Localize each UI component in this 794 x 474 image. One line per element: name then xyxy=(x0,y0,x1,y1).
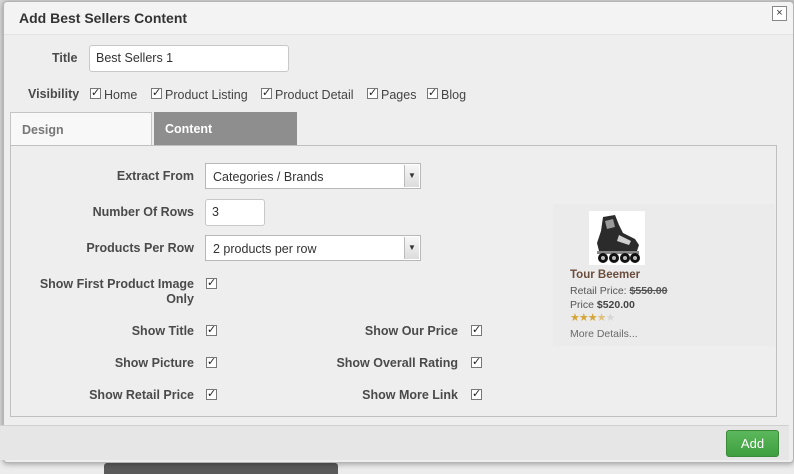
show-more-link-checkbox[interactable]: ✓ xyxy=(471,389,482,400)
visibility-product-listing-checkbox[interactable]: ✓ xyxy=(151,88,162,99)
extract-from-select[interactable]: Categories / Brands ▼ xyxy=(205,163,421,189)
extract-from-label: Extract From xyxy=(116,169,194,183)
add-button[interactable]: Add xyxy=(726,430,779,457)
our-price-value: $520.00 xyxy=(596,299,635,311)
per-row-select[interactable]: 2 products per row ▼ xyxy=(205,235,421,261)
star-icon: ★ xyxy=(570,312,580,324)
visibility-pages-checkbox[interactable]: ✓ xyxy=(367,88,378,99)
rows-label: Number Of Rows xyxy=(92,205,194,219)
our-price: Price $520.00 xyxy=(570,299,635,311)
tab-design[interactable]: Design xyxy=(10,112,152,146)
title-input[interactable]: Best Sellers 1 xyxy=(89,45,289,72)
rating-stars: ★★★★★ xyxy=(570,311,616,324)
show-more-link-label: Show More Link xyxy=(362,388,458,402)
more-details-link[interactable]: More Details... xyxy=(570,328,638,340)
close-icon[interactable]: × xyxy=(772,6,787,21)
visibility-label: Visibility xyxy=(28,87,80,101)
dialog-title: Add Best Sellers Content xyxy=(19,10,188,26)
our-price-label: Price xyxy=(570,299,594,311)
show-title-checkbox[interactable]: ✓ xyxy=(206,325,217,336)
visibility-product-listing-label: Product Listing xyxy=(165,88,248,102)
show-our-price-label: Show Our Price xyxy=(364,324,458,338)
show-retail-price-checkbox[interactable]: ✓ xyxy=(206,389,217,400)
star-empty-icon: ★ xyxy=(605,312,616,324)
title-label: Title xyxy=(52,51,78,65)
show-overall-rating-checkbox[interactable]: ✓ xyxy=(471,357,482,368)
product-image xyxy=(589,211,645,265)
chevron-down-icon: ▼ xyxy=(404,237,419,259)
show-picture-label: Show Picture xyxy=(114,356,194,370)
visibility-blog-label: Blog xyxy=(441,88,467,102)
extract-from-value: Categories / Brands xyxy=(213,170,324,184)
per-row-label: Products Per Row xyxy=(86,241,194,255)
visibility-pages-label: Pages xyxy=(381,88,417,102)
dialog-titlebar: Add Best Sellers Content × xyxy=(4,2,793,35)
per-row-value: 2 products per row xyxy=(213,242,317,256)
tab-design-label: Design xyxy=(22,123,64,137)
retail-price-label: Retail Price: xyxy=(570,285,627,297)
visibility-blog-checkbox[interactable]: ✓ xyxy=(427,88,438,99)
visibility-home-checkbox[interactable]: ✓ xyxy=(90,88,101,99)
show-retail-price-label: Show Retail Price xyxy=(89,388,194,402)
chevron-down-icon: ▼ xyxy=(404,165,419,187)
first-image-checkbox[interactable]: ✓ xyxy=(206,278,217,289)
star-icon: ★ xyxy=(578,312,589,324)
star-icon: ★ xyxy=(587,312,598,324)
background-tab xyxy=(104,463,338,474)
show-picture-checkbox[interactable]: ✓ xyxy=(206,357,217,368)
star-half-icon: ★ xyxy=(596,312,607,324)
visibility-product-detail-label: Product Detail xyxy=(275,88,354,102)
show-title-label: Show Title xyxy=(131,324,194,338)
visibility-product-detail-checkbox[interactable]: ✓ xyxy=(261,88,272,99)
retail-price-value: $550.00 xyxy=(629,285,668,297)
show-our-price-checkbox[interactable]: ✓ xyxy=(471,325,482,336)
first-image-label-line1: Show First Product Image xyxy=(39,277,194,291)
tab-content[interactable]: Content xyxy=(154,112,297,146)
product-name: Tour Beemer xyxy=(570,269,641,281)
tab-content-label: Content xyxy=(165,122,213,136)
dialog-footer xyxy=(0,425,789,460)
retail-price: Retail Price: $550.00 xyxy=(570,285,668,297)
visibility-home-label: Home xyxy=(104,88,138,102)
show-overall-rating-label: Show Overall Rating xyxy=(336,356,458,370)
skate-icon xyxy=(597,215,640,263)
first-image-label-line2: Only xyxy=(166,292,194,306)
rows-input[interactable]: 3 xyxy=(205,199,265,226)
